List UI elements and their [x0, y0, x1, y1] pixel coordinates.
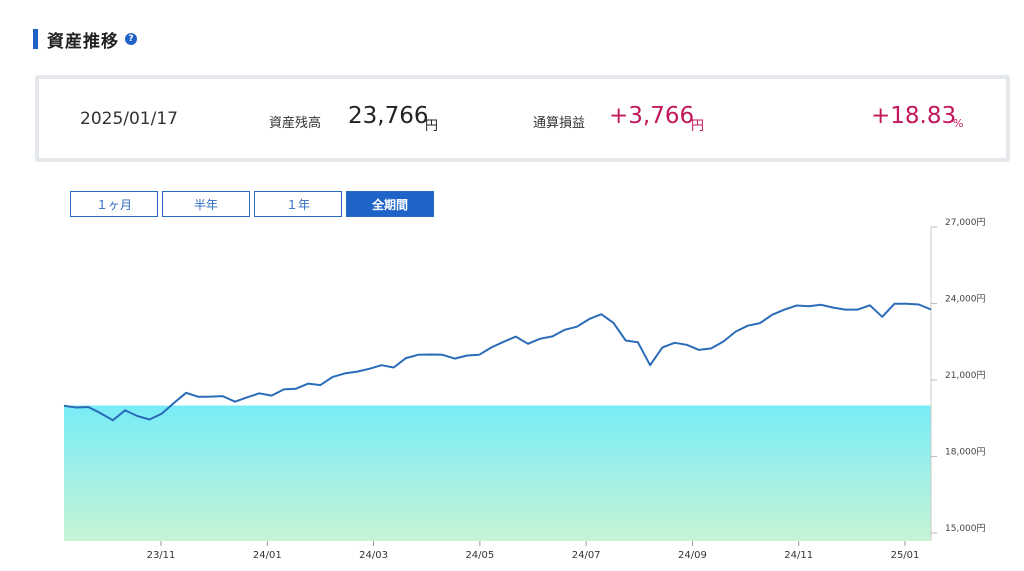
range-button-1month[interactable]: １ヶ月 [70, 191, 158, 217]
x-tick-label: 25/01 [891, 550, 920, 561]
balance-label: 資産残高 [269, 116, 322, 131]
range-button-1year[interactable]: １年 [254, 191, 342, 217]
balance-unit: 円 [425, 119, 439, 134]
pl-label: 通算損益 [533, 116, 586, 131]
range-button-all[interactable]: 全期間 [346, 191, 434, 217]
y-tick-label: 15,000円 [945, 523, 986, 534]
pl-unit: 円 [691, 119, 705, 134]
y-tick-label: 27,000円 [945, 217, 986, 228]
x-tick-label: 24/05 [465, 550, 494, 561]
y-tick-label: 24,000円 [945, 294, 986, 305]
pl-percent-value: +18.83 [871, 103, 957, 129]
x-tick-label: 24/07 [572, 550, 601, 561]
x-axis-ticks: 23/11 24/01 24/03 24/05 24/07 24/09 24/11 25/01 [147, 541, 920, 561]
baseline-area-fill [64, 405, 931, 541]
range-button-6months[interactable]: 半年 [162, 191, 250, 217]
y-tick-label: 21,000円 [945, 370, 986, 381]
x-tick-label: 24/09 [678, 550, 707, 561]
asset-line [63, 302, 932, 422]
x-tick-label: 24/01 [253, 550, 282, 561]
summary-date: 2025/01/17 [80, 109, 178, 129]
section-title: 資産推移 [47, 31, 119, 52]
x-tick-label: 24/11 [784, 550, 813, 561]
section-accent-bar [33, 29, 38, 49]
y-tick-label: 18,000円 [945, 447, 986, 458]
x-tick-label: 23/11 [147, 550, 176, 561]
pl-percent-unit: % [953, 117, 964, 130]
asset-summary-panel: 2025/01/17 資産残高 23,766 円 通算損益 +3,766 円 +… [35, 75, 1010, 162]
asset-history-chart: 27,000円 24,000円 21,000円 18,000円 15,000円 23/1… [63, 217, 986, 561]
pl-value: +3,766 [609, 103, 695, 129]
x-tick-label: 24/03 [359, 550, 388, 561]
section-header: 資産推移 ? [33, 28, 137, 52]
balance-value: 23,766 [348, 103, 429, 129]
help-icon[interactable]: ? [125, 33, 137, 45]
y-axis-ticks: 27,000円 24,000円 21,000円 18,000円 15,000円 [931, 217, 986, 534]
range-selector: １ヶ月 半年 １年 全期間 [70, 191, 438, 217]
